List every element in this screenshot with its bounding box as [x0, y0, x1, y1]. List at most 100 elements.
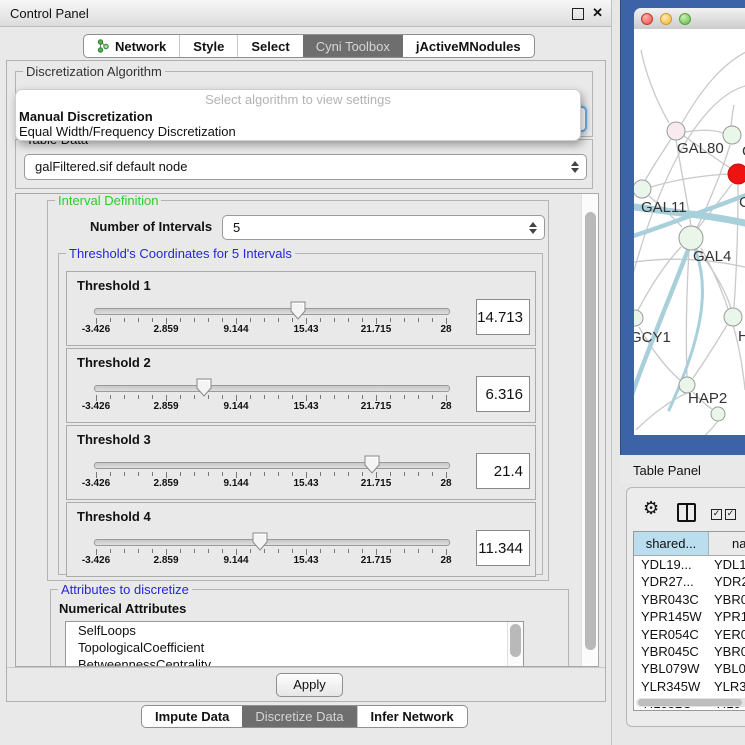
threshold-label: Threshold 4: [77, 509, 151, 524]
table-header-shared-name[interactable]: shared...: [634, 532, 709, 555]
attribute-item[interactable]: TopologicalCoefficient: [66, 639, 523, 656]
slider-tick: [138, 472, 139, 476]
cell-shared-name[interactable]: YDR27...: [634, 573, 708, 590]
table-row[interactable]: YPR145WYPR1: [634, 608, 745, 625]
table-row[interactable]: YBR043CYBR0: [634, 591, 745, 608]
cell-shared-name[interactable]: YBR045C: [634, 643, 708, 660]
slider-scale-label: 9.144: [223, 478, 248, 489]
close-icon[interactable]: ✕: [592, 5, 603, 21]
slider-tick: [362, 472, 363, 476]
slider-tick: [292, 395, 293, 399]
table-data-value: galFiltered.sif default node: [35, 159, 187, 174]
cell-name[interactable]: YBR0: [708, 591, 745, 608]
algorithm-option[interactable]: Equal Width/Frequency Discretization: [16, 124, 580, 139]
tab-cyni-toolbox[interactable]: Cyni Toolbox: [303, 35, 403, 57]
slider-tick: [418, 472, 419, 476]
network-node-GAL4[interactable]: [679, 226, 703, 250]
network-node-H-node[interactable]: [724, 308, 742, 326]
bottom-tab-impute-data[interactable]: Impute Data: [142, 706, 242, 727]
cell-name[interactable]: YBL0: [708, 660, 745, 677]
num-intervals-combobox[interactable]: 5: [222, 215, 545, 240]
table-header-name[interactable]: na: [709, 532, 745, 555]
threshold-value-field[interactable]: 21.4: [476, 453, 530, 489]
thresholds-group-title: Threshold's Coordinates for 5 Intervals: [66, 246, 295, 261]
table-horizontal-scrollbar[interactable]: [636, 698, 745, 707]
tab-style[interactable]: Style: [179, 35, 237, 57]
cell-name[interactable]: YPR1: [708, 608, 745, 625]
gear-icon[interactable]: ⚙: [643, 500, 659, 518]
combo-spinner-icon[interactable]: [571, 161, 579, 173]
table-row[interactable]: YDR27...YDR2: [634, 573, 745, 590]
scrollbar-thumb[interactable]: [510, 624, 521, 657]
close-traffic-light[interactable]: [641, 13, 653, 25]
cell-shared-name[interactable]: YER054C: [634, 626, 708, 643]
slider-tick: [138, 549, 139, 553]
threshold-slider-track[interactable]: [94, 462, 450, 469]
table-row[interactable]: YER054CYER0: [634, 626, 745, 643]
network-node-label: GAL11: [641, 199, 687, 216]
network-node-GAL11[interactable]: [634, 180, 651, 198]
algorithm-option[interactable]: Manual Discretization: [16, 109, 580, 124]
threshold-slider-track[interactable]: [94, 539, 450, 546]
slider-tick: [180, 549, 181, 553]
table-row[interactable]: YDL19...YDL1: [634, 556, 745, 573]
scrollbar-thumb[interactable]: [585, 212, 596, 650]
cell-name[interactable]: YER0: [708, 626, 745, 643]
tab-jactivemnodules[interactable]: jActiveMNodules: [403, 35, 534, 57]
settings-scrollpane: Interval Definition Number of Intervals …: [15, 193, 599, 667]
tab-select[interactable]: Select: [237, 35, 302, 57]
table-data-combobox[interactable]: galFiltered.sif default node: [24, 154, 587, 180]
tab-network[interactable]: Network: [84, 35, 179, 57]
cell-shared-name[interactable]: YDL19...: [634, 556, 708, 573]
attributes-list-scrollbar[interactable]: [507, 622, 523, 667]
network-node-GAL80[interactable]: [667, 122, 685, 140]
cell-shared-name[interactable]: YBR043C: [634, 591, 708, 608]
threshold-slider-track[interactable]: [94, 308, 450, 315]
threshold-slider-track[interactable]: [94, 385, 450, 392]
threshold-slider-thumb[interactable]: [364, 455, 380, 474]
network-node-GCY1[interactable]: [634, 310, 643, 326]
network-node-node-top-right[interactable]: [723, 126, 741, 144]
combo-spinner-icon[interactable]: [529, 222, 537, 234]
checkbox-icon[interactable]: [711, 509, 722, 520]
network-node-node-selected-red[interactable]: [728, 164, 745, 184]
slider-scale-label: 21.715: [361, 324, 392, 335]
cell-name[interactable]: YLR3: [708, 678, 745, 695]
bottom-tab-discretize-data[interactable]: Discretize Data: [242, 706, 356, 727]
cyni-toolbox-panel: Discretization Algorithm Select algorith…: [6, 60, 606, 702]
zoom-traffic-light[interactable]: [679, 13, 691, 25]
cell-shared-name[interactable]: YPR145W: [634, 608, 708, 625]
apply-button[interactable]: Apply: [276, 673, 343, 697]
cell-name[interactable]: YDL1: [708, 556, 745, 573]
table-row[interactable]: YLR345WYLR3: [634, 678, 745, 695]
table-panel-bar: Table Panel: [620, 455, 745, 483]
slider-tick: [180, 472, 181, 476]
float-window-icon[interactable]: [572, 8, 584, 20]
cell-shared-name[interactable]: YLR345W: [634, 678, 708, 695]
column-layout-icon[interactable]: [677, 503, 696, 522]
checkbox-icon[interactable]: [725, 509, 736, 520]
scrollbar-thumb[interactable]: [638, 699, 742, 706]
threshold-value-field[interactable]: 6.316: [476, 376, 530, 412]
slider-scale-label: 21.715: [361, 401, 392, 412]
cell-shared-name[interactable]: YBL079W: [634, 660, 708, 677]
threshold-value-field[interactable]: 11.344: [476, 530, 530, 566]
cell-name[interactable]: YBR0: [708, 643, 745, 660]
minimize-traffic-light[interactable]: [660, 13, 672, 25]
attribute-item[interactable]: BetweennessCentrality: [66, 656, 523, 667]
bottom-tab-infer-network[interactable]: Infer Network: [357, 706, 467, 727]
threshold-value-field[interactable]: 14.713: [476, 299, 530, 335]
threshold-slider-thumb[interactable]: [290, 301, 306, 320]
attribute-item[interactable]: SelfLoops: [66, 622, 523, 639]
cell-name[interactable]: YDR2: [708, 573, 745, 590]
threshold-slider-thumb[interactable]: [196, 378, 212, 397]
slider-tick: [418, 395, 419, 399]
network-canvas-svg: GAL80GACGAL11GAL4GCY1HHAP2: [634, 29, 745, 435]
network-node-node-bottom[interactable]: [711, 407, 725, 421]
threshold-slider-thumb[interactable]: [252, 532, 268, 551]
table-row[interactable]: YBL079WYBL0: [634, 660, 745, 677]
table-row[interactable]: YBR045CYBR0: [634, 643, 745, 660]
slider-tick: [250, 318, 251, 322]
network-canvas[interactable]: GAL80GACGAL11GAL4GCY1HHAP2: [634, 29, 745, 435]
settings-scrollbar[interactable]: [581, 194, 598, 666]
